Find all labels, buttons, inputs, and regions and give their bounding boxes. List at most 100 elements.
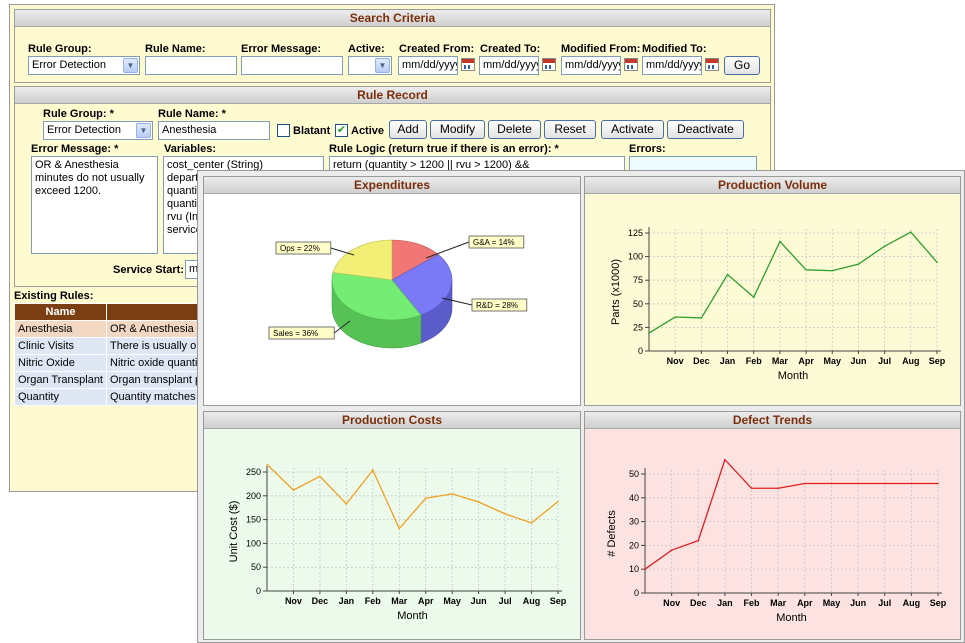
series-line	[644, 458, 938, 570]
data-point	[779, 240, 781, 243]
x-tick-label: May	[824, 356, 842, 366]
data-point	[910, 482, 913, 485]
table-row[interactable]: Anesthesia OR & Anesthesia min	[14, 320, 223, 338]
calendar-icon[interactable]	[542, 58, 556, 71]
existing-rules-table: Name Anesthesia OR & Anesthesia min Clin…	[14, 303, 223, 406]
table-row[interactable]: Quantity Quantity matches the	[14, 388, 223, 406]
data-point	[451, 493, 453, 495]
rule-name-cell: Quantity	[14, 388, 107, 406]
x-axis-label: Month	[397, 610, 428, 622]
x-tick-label: Sep	[929, 356, 946, 366]
delete-button[interactable]: Delete	[488, 120, 541, 139]
data-point	[804, 482, 806, 485]
blatant-checkbox[interactable]	[277, 124, 290, 137]
x-tick-label: Aug	[902, 356, 920, 366]
y-tick-label: 0	[256, 586, 261, 596]
deactivate-button[interactable]: Deactivate	[667, 120, 744, 139]
created-to-label: Created To:	[480, 43, 541, 55]
service-start-label: Service Start:	[113, 264, 184, 276]
active-checkbox[interactable]: ✔	[335, 124, 348, 137]
modified-to-input[interactable]: mm/dd/yyyy	[642, 56, 702, 75]
table-row[interactable]: Organ Transplant Organ transplant proc	[14, 371, 223, 389]
x-tick-label: Mar	[770, 598, 787, 608]
data-point	[674, 316, 676, 318]
table-row[interactable]: Nitric Oxide Nitric oxide quantity m	[14, 354, 223, 372]
y-axis-label: Parts (x1000)	[610, 259, 622, 325]
y-tick-label: 30	[629, 517, 639, 527]
created-from-input[interactable]: mm/dd/yyyy	[398, 56, 458, 75]
variables-label: Variables:	[164, 143, 216, 155]
x-tick-label: Jan	[339, 596, 355, 606]
error-message-textarea[interactable]: OR & Anesthesia minutes do not usually e…	[31, 156, 158, 254]
go-button[interactable]: Go	[724, 56, 760, 75]
y-tick-label: 50	[633, 299, 643, 309]
data-point	[883, 482, 886, 485]
production-costs-line-chart: 0 50 100 150 200 250 Nov Dec Jan Feb Mar Apr May Jun J…	[228, 463, 567, 622]
existing-rules-label: Existing Rules:	[14, 290, 94, 302]
x-tick-label: Jun	[850, 598, 866, 608]
series-line	[648, 231, 938, 334]
y-tick-label: 20	[629, 540, 639, 550]
x-tick-label: Dec	[690, 598, 707, 608]
active-select[interactable]: ▼	[348, 56, 392, 75]
x-tick-label: Apr	[798, 356, 814, 366]
calendar-icon[interactable]	[705, 58, 719, 71]
x-tick-label: Dec	[312, 596, 329, 606]
data-point	[644, 568, 646, 570]
y-axis-label: # Defects	[606, 510, 618, 557]
rule-name-cell: Organ Transplant	[14, 371, 107, 389]
x-tick-label: Feb	[744, 598, 761, 608]
data-point	[345, 503, 348, 505]
y-tick-label: 25	[633, 322, 643, 332]
x-tick-label: Feb	[746, 356, 763, 366]
x-tick-label: Jan	[720, 356, 736, 366]
data-point	[504, 513, 506, 515]
record-rule-name-label: Rule Name: *	[158, 108, 226, 120]
data-point	[557, 500, 559, 503]
pie-label: Ops = 22%	[280, 244, 320, 253]
data-point	[670, 549, 673, 551]
search-criteria-title: Search Criteria	[15, 10, 770, 27]
x-tick-label: May	[443, 596, 461, 606]
name-column-header[interactable]: Name	[14, 303, 107, 321]
chevron-down-icon: ▼	[136, 123, 151, 138]
modified-from-input[interactable]: mm/dd/yyyy	[561, 56, 621, 75]
record-rule-name-input[interactable]: Anesthesia	[158, 121, 270, 140]
x-tick-label: Sep	[930, 598, 947, 608]
data-point	[857, 263, 860, 265]
table-row[interactable]: Clinic Visits There is usually one	[14, 337, 223, 355]
y-tick-label: 50	[629, 469, 639, 479]
data-point	[697, 539, 700, 542]
data-point	[530, 522, 533, 524]
defect-trends-title: Defect Trends	[585, 412, 960, 429]
x-tick-label: Jun	[850, 356, 866, 366]
production-costs-panel: Production Costs 0 50 100 150 200 250 Nov Dec Ja…	[203, 411, 581, 640]
rule-group-select[interactable]: Error Detection ▼	[28, 56, 140, 75]
y-tick-label: 100	[246, 538, 261, 548]
rule-name-cell: Anesthesia	[14, 320, 107, 338]
reset-button[interactable]: Reset	[544, 120, 596, 139]
add-button[interactable]: Add	[389, 120, 427, 139]
data-point	[724, 458, 726, 461]
data-point	[805, 269, 807, 271]
rule-name-input[interactable]	[145, 56, 237, 75]
modify-button[interactable]: Modify	[430, 120, 485, 139]
x-tick-label: Mar	[391, 596, 408, 606]
error-message-label: Error Message:	[241, 43, 322, 55]
error-message-input[interactable]	[241, 56, 343, 75]
defect-trends-panel: Defect Trends 0 10 20 30 40 50 Nov Dec Jan Feb Mar…	[584, 411, 961, 640]
rule-record-title: Rule Record	[15, 87, 770, 104]
x-tick-label: Jun	[471, 596, 487, 606]
calendar-icon[interactable]	[461, 58, 475, 71]
dashboard-window: Expenditures G&A = 14% R&D = 28% Sales = 3…	[197, 170, 965, 643]
x-axis-label: Month	[778, 370, 809, 382]
created-to-input[interactable]: mm/dd/yyyy	[479, 56, 539, 75]
modified-to-label: Modified To:	[642, 43, 707, 55]
activate-button[interactable]: Activate	[601, 120, 664, 139]
data-point	[398, 527, 401, 530]
active-label: Active:	[348, 43, 385, 55]
calendar-icon[interactable]	[624, 58, 638, 71]
record-rule-group-select[interactable]: Error Detection ▼	[43, 121, 153, 140]
data-point	[777, 487, 779, 490]
created-from-label: Created From:	[399, 43, 475, 55]
